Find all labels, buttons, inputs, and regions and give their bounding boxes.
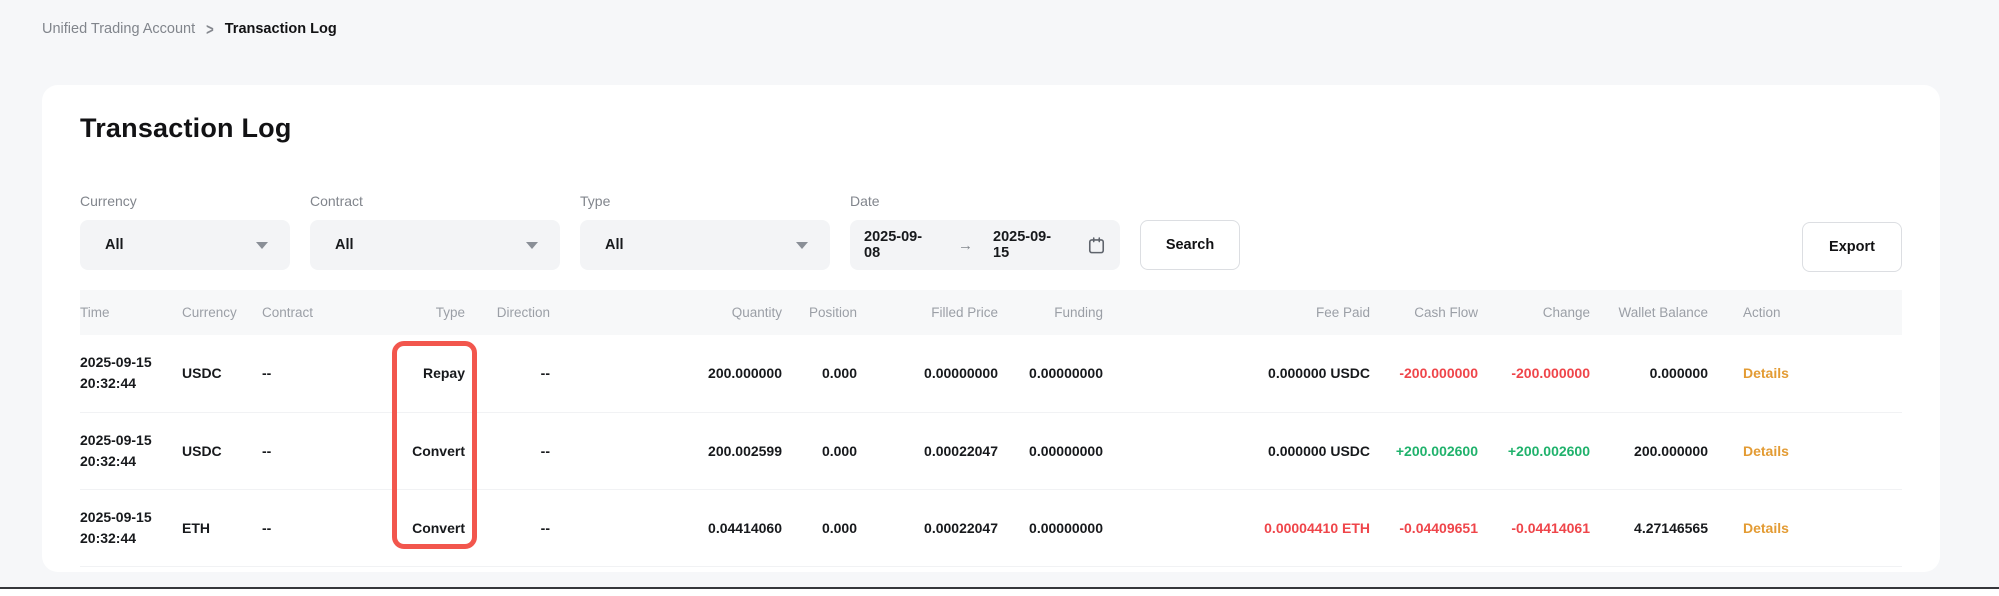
cell-filled-price: 0.00022047 <box>857 489 998 566</box>
col-header-currency: Currency <box>182 290 262 335</box>
cell-direction: -- <box>465 335 550 412</box>
cell-time-clock: 20:32:44 <box>80 451 182 472</box>
cell-currency: ETH <box>182 489 262 566</box>
cell-currency: USDC <box>182 412 262 489</box>
col-header-filled-price: Filled Price <box>857 290 998 335</box>
table-row: 2025-09-15 20:32:44 ETH -- Convert -- 0.… <box>80 489 1902 566</box>
date-end-value: 2025-09-15 <box>993 229 1067 261</box>
breadcrumb-current: Transaction Log <box>225 21 337 37</box>
cell-fee-paid: 0.000000 USDC <box>1103 412 1370 489</box>
cell-filled-price: 0.00022047 <box>857 412 998 489</box>
col-header-funding: Funding <box>998 290 1103 335</box>
cell-funding: 0.00000000 <box>998 412 1103 489</box>
col-header-contract: Contract <box>262 290 380 335</box>
chevron-down-icon <box>256 242 268 249</box>
cell-time: 2025-09-15 20:32:44 <box>80 489 182 566</box>
cell-filled-price: 0.00000000 <box>857 335 998 412</box>
cell-direction: -- <box>465 412 550 489</box>
contract-filter-label: Contract <box>310 193 560 209</box>
filter-bar: Currency All Contract All Type All Date … <box>80 193 1902 270</box>
col-header-type: Type <box>380 290 465 335</box>
cell-cash-flow: -200.000000 <box>1370 335 1478 412</box>
currency-filter-group: Currency All <box>80 193 290 270</box>
cell-direction: -- <box>465 489 550 566</box>
transaction-table: Time Currency Contract Type Direction Qu… <box>80 290 1902 567</box>
date-start-value: 2025-09-08 <box>864 229 938 261</box>
date-range-picker[interactable]: 2025-09-08 → 2025-09-15 <box>850 220 1120 270</box>
table-row: 2025-09-15 20:32:44 USDC -- Repay -- 200… <box>80 335 1902 412</box>
type-filter-group: Type All <box>580 193 830 270</box>
cell-contract: -- <box>262 335 380 412</box>
col-header-time: Time <box>80 290 182 335</box>
currency-filter-select[interactable]: All <box>80 220 290 270</box>
chevron-down-icon <box>526 242 538 249</box>
details-link[interactable]: Details <box>1743 520 1789 536</box>
type-filter-label: Type <box>580 193 830 209</box>
contract-filter-group: Contract All <box>310 193 560 270</box>
cell-type: Convert <box>380 412 465 489</box>
page-title: Transaction Log <box>80 85 1902 144</box>
cell-wallet-balance: 200.000000 <box>1590 412 1708 489</box>
cell-quantity: 200.000000 <box>550 335 782 412</box>
currency-filter-value: All <box>105 237 124 253</box>
window-bottom-strip <box>0 589 1999 596</box>
type-filter-select[interactable]: All <box>580 220 830 270</box>
export-button[interactable]: Export <box>1802 222 1902 272</box>
cell-change: +200.002600 <box>1478 412 1590 489</box>
cell-position: 0.000 <box>782 489 857 566</box>
search-button[interactable]: Search <box>1140 220 1240 270</box>
cell-type: Repay <box>380 335 465 412</box>
cell-position: 0.000 <box>782 412 857 489</box>
cell-cash-flow: -0.04409651 <box>1370 489 1478 566</box>
cell-type: Convert <box>380 489 465 566</box>
table-row: 2025-09-15 20:32:44 USDC -- Convert -- 2… <box>80 412 1902 489</box>
cell-position: 0.000 <box>782 335 857 412</box>
contract-filter-value: All <box>335 237 354 253</box>
col-header-action: Action <box>1708 290 1902 335</box>
col-header-wallet-balance: Wallet Balance <box>1590 290 1708 335</box>
cell-funding: 0.00000000 <box>998 335 1103 412</box>
breadcrumb-parent-link[interactable]: Unified Trading Account <box>42 21 195 37</box>
breadcrumb-chevron-icon: > <box>206 20 214 39</box>
details-link[interactable]: Details <box>1743 443 1789 459</box>
contract-filter-select[interactable]: All <box>310 220 560 270</box>
col-header-change: Change <box>1478 290 1590 335</box>
cell-fee-paid: 0.00004410 ETH <box>1103 489 1370 566</box>
cell-time-date: 2025-09-15 <box>80 430 182 451</box>
cell-quantity: 200.002599 <box>550 412 782 489</box>
cell-currency: USDC <box>182 335 262 412</box>
cell-fee-paid: 0.000000 USDC <box>1103 335 1370 412</box>
calendar-icon <box>1087 236 1106 255</box>
col-header-position: Position <box>782 290 857 335</box>
cell-time-clock: 20:32:44 <box>80 373 182 394</box>
cell-time-date: 2025-09-15 <box>80 507 182 528</box>
cell-funding: 0.00000000 <box>998 489 1103 566</box>
date-range-arrow-icon: → <box>958 237 973 254</box>
cell-time-date: 2025-09-15 <box>80 352 182 373</box>
breadcrumb: Unified Trading Account > Transaction Lo… <box>42 21 337 37</box>
cell-contract: -- <box>262 489 380 566</box>
col-header-direction: Direction <box>465 290 550 335</box>
cell-change: -0.04414061 <box>1478 489 1590 566</box>
col-header-fee-paid: Fee Paid <box>1103 290 1370 335</box>
cell-quantity: 0.04414060 <box>550 489 782 566</box>
col-header-quantity: Quantity <box>550 290 782 335</box>
cell-wallet-balance: 4.27146565 <box>1590 489 1708 566</box>
chevron-down-icon <box>796 242 808 249</box>
cell-cash-flow: +200.002600 <box>1370 412 1478 489</box>
cell-contract: -- <box>262 412 380 489</box>
date-filter-label: Date <box>850 193 1120 209</box>
cell-wallet-balance: 0.000000 <box>1590 335 1708 412</box>
cell-time-clock: 20:32:44 <box>80 528 182 549</box>
cell-time: 2025-09-15 20:32:44 <box>80 412 182 489</box>
date-filter-group: Date 2025-09-08 → 2025-09-15 <box>850 193 1120 270</box>
cell-change: -200.000000 <box>1478 335 1590 412</box>
transaction-log-card: Transaction Log Currency All Contract Al… <box>42 85 1940 572</box>
col-header-cash-flow: Cash Flow <box>1370 290 1478 335</box>
table-header-row: Time Currency Contract Type Direction Qu… <box>80 290 1902 335</box>
type-filter-value: All <box>605 237 624 253</box>
details-link[interactable]: Details <box>1743 365 1789 381</box>
cell-time: 2025-09-15 20:32:44 <box>80 335 182 412</box>
currency-filter-label: Currency <box>80 193 290 209</box>
